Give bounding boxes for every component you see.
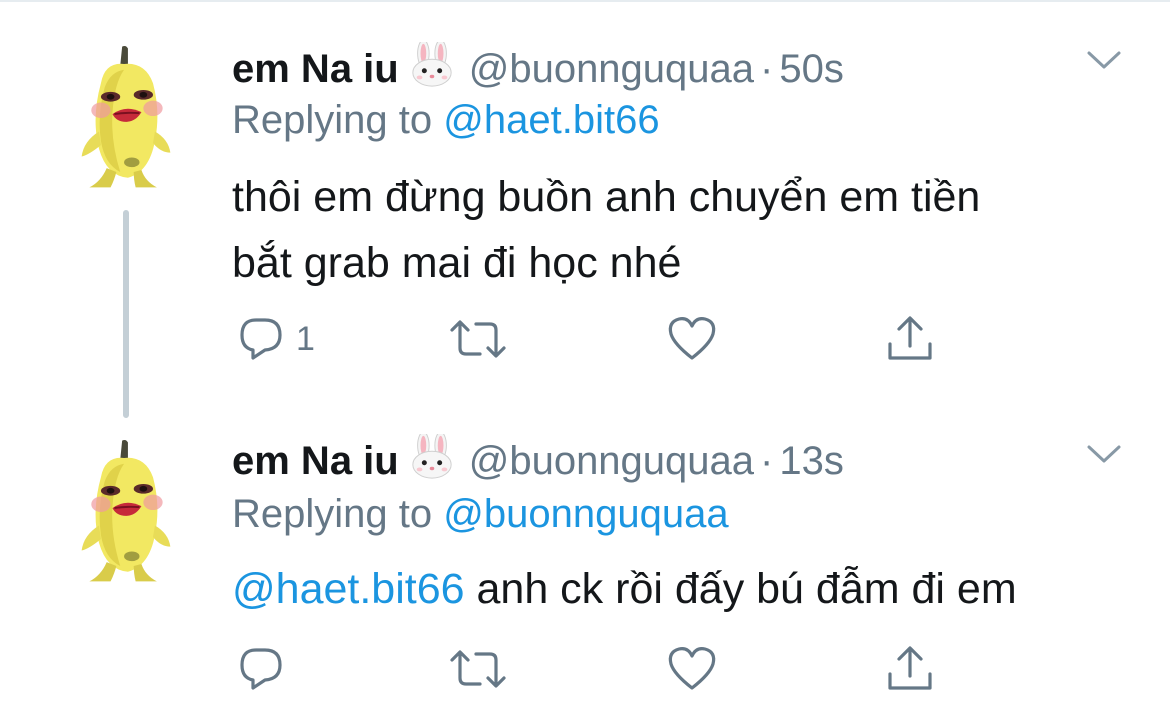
like-button[interactable]: [666, 644, 718, 694]
timestamp[interactable]: 13s: [779, 439, 844, 484]
thread-connector: [123, 210, 129, 418]
chevron-down-icon[interactable]: [1086, 48, 1122, 72]
tweet-actions: 1: [236, 314, 956, 364]
tweet-actions: [236, 644, 956, 694]
reply-count: 1: [296, 319, 315, 358]
tweet-text: @haet.bit66 anh ck rồi đấy bú đẫm đi em: [232, 556, 1132, 622]
replying-to: Replying to @buonnguquaa: [232, 492, 729, 537]
rabbit-face-icon: [412, 434, 452, 479]
display-name[interactable]: em Na iu: [232, 439, 399, 484]
avatar[interactable]: [72, 436, 180, 586]
tweet-header: em Na iu @buonnguquaa · 13s: [232, 428, 844, 483]
tweet-header: em Na iu @buonnguquaa · 50s: [232, 36, 844, 91]
reply-icon: [240, 648, 282, 690]
replying-to-mention[interactable]: @buonnguquaa: [443, 492, 728, 536]
text-mention[interactable]: @haet.bit66: [232, 565, 465, 613]
like-icon: [668, 647, 716, 690]
separator-dot: ·: [760, 47, 774, 91]
reply-button[interactable]: 1: [236, 314, 315, 364]
retweet-icon: [450, 650, 506, 688]
display-name[interactable]: em Na iu: [232, 47, 399, 92]
top-divider: [0, 0, 1170, 2]
replying-to-mention[interactable]: @haet.bit66: [443, 98, 659, 142]
timestamp[interactable]: 50s: [779, 47, 844, 92]
replying-prefix: Replying to: [232, 492, 433, 536]
separator-dot: ·: [760, 439, 774, 483]
chevron-down-icon[interactable]: [1086, 442, 1122, 466]
reply-button[interactable]: [236, 644, 286, 694]
tweet-text-line: bắt grab mai đi học nhé: [232, 239, 682, 287]
like-button[interactable]: [666, 314, 718, 364]
retweet-button[interactable]: [448, 314, 508, 364]
share-button[interactable]: [884, 314, 936, 364]
avatar[interactable]: [72, 42, 180, 192]
user-handle[interactable]: @buonnguquaa: [469, 439, 754, 484]
rabbit-face-icon: [412, 42, 452, 87]
retweet-icon: [450, 320, 506, 358]
share-icon: [888, 646, 932, 690]
replying-to: Replying to @haet.bit66: [232, 98, 660, 143]
tweet-text-line: thôi em đừng buồn anh chuyển em tiền: [232, 173, 981, 221]
replying-prefix: Replying to: [232, 98, 433, 142]
share-button[interactable]: [884, 644, 936, 694]
tweet-text: thôi em đừng buồn anh chuyển em tiền bắt…: [232, 164, 1132, 296]
tweet-text-body: anh ck rồi đấy bú đẫm đi em: [464, 565, 1017, 613]
like-icon: [668, 317, 716, 360]
reply-icon: [240, 318, 282, 360]
retweet-button[interactable]: [448, 644, 508, 694]
user-handle[interactable]: @buonnguquaa: [469, 47, 754, 92]
share-icon: [888, 316, 932, 360]
